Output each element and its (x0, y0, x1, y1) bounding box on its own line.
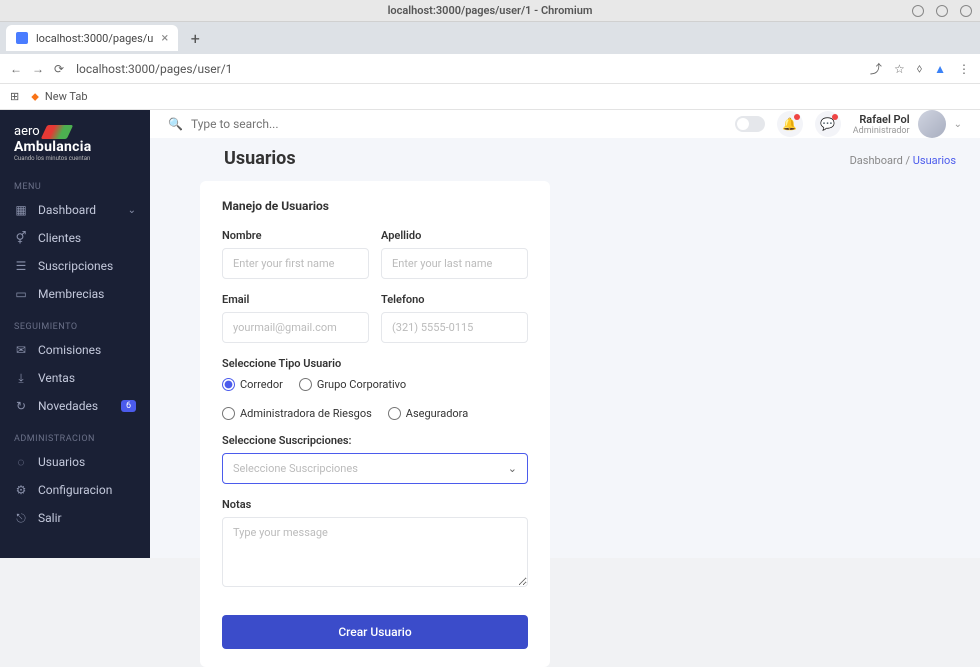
back-icon[interactable]: ← (10, 62, 22, 76)
close-window-icon[interactable] (960, 5, 972, 17)
breadcrumb-link[interactable]: Usuarios (913, 154, 956, 167)
suscripciones-label: Seleccione Suscripciones: (222, 434, 528, 447)
suscripciones-select[interactable]: Seleccione Suscripciones ⌄ (222, 453, 528, 484)
sidebar-item-suscripciones[interactable]: ☰ Suscripciones (0, 252, 150, 280)
kebab-menu-icon[interactable]: ⋮ (958, 62, 970, 76)
messages-button[interactable]: 💬 (815, 111, 841, 137)
user-menu[interactable]: Rafael Pol Administrador ⌄ (853, 110, 962, 138)
notas-textarea[interactable] (222, 517, 528, 587)
bookmark-newtab[interactable]: ⬥ New Tab (31, 90, 87, 104)
app-root: aero Ambulancia Cuando los minutos cuent… (0, 110, 980, 558)
sidebar-item-salir[interactable]: ⎋ Salir (0, 504, 150, 532)
sidebar-item-clientes[interactable]: ⚥ Clientes (0, 224, 150, 252)
gear-icon: ⚙ (14, 483, 28, 497)
logo: aero Ambulancia Cuando los minutos cuent… (0, 120, 150, 168)
chevron-down-icon: ⌄ (954, 119, 962, 130)
card-icon: ▭ (14, 287, 28, 301)
breadcrumb: Dashboard / Usuarios (850, 154, 956, 167)
avatar (918, 110, 946, 138)
telefono-input[interactable] (381, 312, 528, 343)
chevron-down-icon: ⌄ (128, 205, 136, 216)
grid-icon: ▦ (14, 203, 28, 217)
os-window-controls (912, 5, 972, 17)
bookmarks-bar: ⊞ ⬥ New Tab (0, 84, 980, 110)
page-title: Usuarios (224, 148, 296, 169)
browser-tabs-bar: localhost:3000/pages/u × + (0, 22, 980, 54)
browser-tab[interactable]: localhost:3000/pages/u × (6, 25, 178, 51)
user-name: Rafael Pol (853, 113, 910, 126)
radio-corredor[interactable]: Corredor (222, 378, 283, 391)
profile-icon[interactable]: ▲ (934, 62, 946, 76)
logout-icon: ⎋ (14, 511, 28, 525)
sidebar-item-usuarios[interactable]: ◌ Usuarios (0, 448, 150, 476)
telefono-label: Telefono (381, 293, 528, 306)
search-icon: 🔍 (168, 117, 183, 131)
minimize-icon[interactable] (912, 5, 924, 17)
apellido-input[interactable] (381, 248, 528, 279)
users-icon: ⚥ (14, 231, 28, 245)
novedades-badge: 6 (121, 400, 136, 412)
url-input[interactable]: localhost:3000/pages/user/1 (76, 62, 858, 76)
new-tab-button[interactable]: + (184, 27, 206, 49)
extension-icon[interactable]: ⬨ (917, 61, 922, 76)
search-input[interactable] (191, 117, 723, 131)
list-icon: ☰ (14, 259, 28, 273)
card-title: Manejo de Usuarios (222, 199, 528, 213)
notification-button[interactable]: 🔔 (777, 111, 803, 137)
topbar: 🔍 🔔 💬 Rafael Pol Administrador ⌄ (150, 110, 980, 138)
user-role: Administrador (853, 126, 910, 136)
upload-icon: ⤓ (14, 371, 28, 385)
forward-icon[interactable]: → (32, 62, 44, 76)
breadcrumb-bar: Usuarios Dashboard / Usuarios (150, 138, 980, 169)
sidebar-item-dashboard[interactable]: ▦ Dashboard ⌄ (0, 196, 150, 224)
email-label: Email (222, 293, 369, 306)
browser-url-bar: ← → ⟳ localhost:3000/pages/user/1 ⤴ ☆ ⬨ … (0, 54, 980, 84)
form-card: Manejo de Usuarios Nombre Apellido Email (200, 181, 550, 667)
star-icon[interactable]: ☆ (894, 62, 905, 76)
mail-icon: ✉ (14, 343, 28, 357)
maximize-icon[interactable] (936, 5, 948, 17)
side-section-seguimiento: SEGUIMIENTO (0, 318, 150, 336)
sidebar-item-ventas[interactable]: ⤓ Ventas (0, 364, 150, 392)
main-content: 🔍 🔔 💬 Rafael Pol Administrador ⌄ Us (150, 110, 980, 558)
sidebar-item-membrecias[interactable]: ▭ Membrecias (0, 280, 150, 308)
side-section-menu: MENU (0, 178, 150, 196)
apellido-label: Apellido (381, 229, 528, 242)
chevron-down-icon: ⌄ (508, 462, 517, 475)
sidebar-item-comisiones[interactable]: ✉ Comisiones (0, 336, 150, 364)
user-icon: ◌ (14, 455, 28, 469)
radio-admin-riesgos[interactable]: Administradora de Riesgos (222, 407, 372, 420)
reload-icon[interactable]: ⟳ (54, 62, 64, 76)
sidebar: aero Ambulancia Cuando los minutos cuent… (0, 110, 150, 558)
nombre-input[interactable] (222, 248, 369, 279)
refresh-icon: ↻ (14, 399, 28, 413)
tab-title: localhost:3000/pages/u (36, 32, 153, 45)
notification-dot (794, 114, 800, 120)
notas-label: Notas (222, 498, 528, 511)
fire-icon: ⬥ (31, 90, 39, 104)
radio-aseguradora[interactable]: Aseguradora (388, 407, 468, 420)
tab-close-icon[interactable]: × (161, 31, 168, 46)
os-title-bar: localhost:3000/pages/user/1 - Chromium (0, 0, 980, 22)
theme-toggle[interactable] (735, 116, 765, 132)
apps-icon[interactable]: ⊞ (10, 90, 19, 103)
share-icon[interactable]: ⤴ (870, 60, 882, 77)
sidebar-item-novedades[interactable]: ↻ Novedades 6 (0, 392, 150, 420)
tab-favicon-icon (16, 32, 28, 44)
radio-grupo-corporativo[interactable]: Grupo Corporativo (299, 378, 406, 391)
os-window-title: localhost:3000/pages/user/1 - Chromium (388, 4, 593, 17)
sidebar-item-configuracion[interactable]: ⚙ Configuracion (0, 476, 150, 504)
tipo-label: Seleccione Tipo Usuario (222, 357, 528, 370)
search-wrap: 🔍 (168, 117, 723, 131)
logo-swoosh-icon (40, 125, 73, 139)
tipo-usuario-group: Seleccione Tipo Usuario Corredor Grupo C… (222, 357, 528, 420)
nombre-label: Nombre (222, 229, 369, 242)
email-input[interactable] (222, 312, 369, 343)
side-section-admin: ADMINISTRACION (0, 430, 150, 448)
crear-usuario-button[interactable]: Crear Usuario (222, 615, 528, 649)
message-dot (832, 114, 838, 120)
